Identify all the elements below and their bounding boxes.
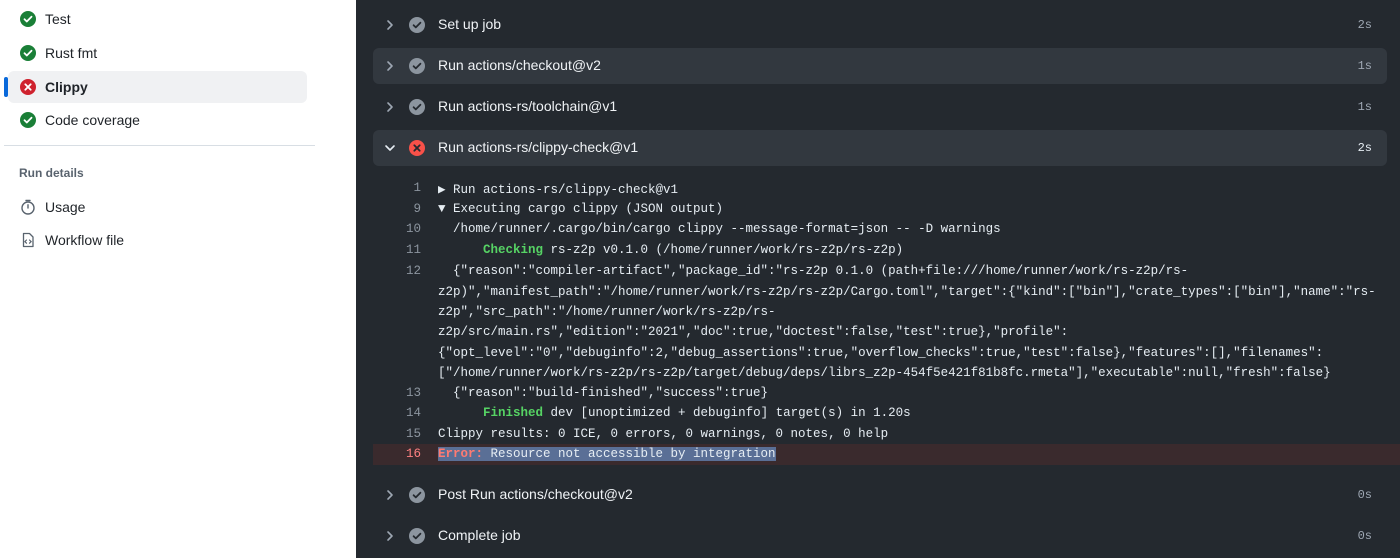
- job-item-code-coverage[interactable]: Code coverage: [8, 104, 307, 136]
- log-line-wrap: ["/home/runner/work/rs-z2p/rs-z2p/target…: [373, 363, 1400, 384]
- step-failure-icon: [409, 140, 425, 156]
- workflow-file-label: Workflow file: [45, 232, 125, 248]
- line-number[interactable]: 11: [373, 243, 421, 257]
- step-duration: 1s: [1357, 100, 1372, 114]
- step-success-icon: [409, 17, 425, 33]
- active-indicator: [4, 77, 8, 97]
- log-line: 14 Finished dev [unoptimized + debuginfo…: [373, 403, 1400, 424]
- chevron-down-icon: [385, 145, 395, 151]
- usage-label: Usage: [45, 199, 86, 215]
- step-checkout[interactable]: Run actions/checkout@v2 1s: [373, 48, 1387, 84]
- line-number[interactable]: 12: [373, 264, 421, 278]
- log-text: ["/home/runner/work/rs-z2p/rs-z2p/target…: [438, 366, 1331, 380]
- step-toolchain[interactable]: Run actions-rs/toolchain@v1 1s: [373, 89, 1387, 125]
- step-title: Post Run actions/checkout@v2: [438, 486, 633, 502]
- chevron-right-icon: [387, 531, 393, 541]
- success-check-icon: [20, 112, 36, 128]
- log-line: 10 /home/runner/.cargo/bin/cargo clippy …: [373, 219, 1400, 240]
- log-line: 13 {"reason":"build-finished","success":…: [373, 383, 1400, 404]
- job-item-test[interactable]: Test: [8, 3, 307, 35]
- job-sidebar: Test Rust fmt Clippy Code coverage Run d…: [0, 0, 356, 558]
- log-text: {"reason":"build-finished","success":tru…: [438, 386, 769, 400]
- log-text: z2p/src/main.rs","edition":"2021","doc":…: [438, 325, 1069, 339]
- step-success-icon: [409, 58, 425, 74]
- step-clippy-check[interactable]: Run actions-rs/clippy-check@v1 2s: [373, 130, 1387, 166]
- line-number[interactable]: 10: [373, 222, 421, 236]
- chevron-right-icon: [387, 61, 393, 71]
- log-line[interactable]: 9 ▼ Executing cargo clippy (JSON output): [373, 199, 1400, 220]
- step-success-icon: [409, 528, 425, 544]
- step-title: Set up job: [438, 16, 502, 32]
- step-title: Run actions/checkout@v2: [438, 57, 601, 73]
- log-text: ▶ Run actions-rs/clippy-check@v1: [438, 183, 679, 197]
- error-label: Error:: [438, 447, 484, 461]
- sidebar-divider: [4, 145, 315, 146]
- log-line-wrap: z2p","src_path":"/home/runner/work/rs-z2…: [373, 302, 1400, 323]
- log-text: z2p)","manifest_path":"/home/runner/work…: [438, 285, 1376, 299]
- log-line: 12 {"reason":"compiler-artifact","packag…: [373, 261, 1400, 282]
- line-number[interactable]: 14: [373, 406, 421, 420]
- log-text: ▼ Executing cargo clippy (JSON output): [438, 202, 724, 216]
- log-error-line: 16 Error: Resource not accessible by int…: [373, 444, 1400, 465]
- log-text: z2p","src_path":"/home/runner/work/rs-z2…: [438, 305, 776, 319]
- sidebar-item-workflow-file[interactable]: Workflow file: [8, 225, 307, 255]
- log-line-wrap: z2p/src/main.rs","edition":"2021","doc":…: [373, 322, 1400, 343]
- step-success-icon: [409, 487, 425, 503]
- step-title: Complete job: [438, 527, 521, 543]
- log-text: Clippy results: 0 ICE, 0 errors, 0 warni…: [438, 427, 889, 441]
- step-duration: 0s: [1357, 529, 1372, 543]
- log-line: 11 Checking rs-z2p v0.1.0 (/home/runner/…: [373, 240, 1400, 261]
- log-line-wrap: z2p)","manifest_path":"/home/runner/work…: [373, 282, 1400, 303]
- success-check-icon: [20, 45, 36, 61]
- log-command: /home/runner/.cargo/bin/cargo clippy --m…: [438, 222, 1001, 236]
- step-duration: 0s: [1357, 488, 1372, 502]
- chevron-right-icon: [387, 102, 393, 112]
- log-line-wrap: {"opt_level":"0","debuginfo":2,"debug_as…: [373, 343, 1400, 364]
- step-title: Run actions-rs/toolchain@v1: [438, 98, 618, 114]
- job-item-clippy[interactable]: Clippy: [4, 71, 307, 103]
- log-keyword: Finished: [438, 406, 544, 420]
- job-label: Rust fmt: [45, 45, 98, 61]
- log-text: rs-z2p v0.1.0 (/home/runner/work/rs-z2p/…: [543, 243, 904, 257]
- job-label: Code coverage: [45, 112, 140, 128]
- step-title: Run actions-rs/clippy-check@v1: [438, 139, 639, 155]
- run-details-heading: Run details: [19, 166, 84, 180]
- line-number[interactable]: 9: [373, 202, 421, 216]
- chevron-right-icon: [387, 20, 393, 30]
- step-duration: 2s: [1357, 141, 1372, 155]
- failure-x-icon: [20, 79, 36, 95]
- log-text: {"reason":"compiler-artifact","package_i…: [438, 264, 1189, 278]
- sidebar-item-usage[interactable]: Usage: [8, 192, 307, 222]
- log-line: 15 Clippy results: 0 ICE, 0 errors, 0 wa…: [373, 424, 1400, 445]
- job-log-panel: Set up job 2s Run actions/checkout@v2 1s…: [356, 0, 1400, 558]
- log-line[interactable]: 1 ▶ Run actions-rs/clippy-check@v1: [373, 178, 1400, 199]
- step-complete-job[interactable]: Complete job 0s: [373, 518, 1387, 554]
- job-label: Clippy: [45, 79, 88, 95]
- file-code-icon: [22, 232, 34, 248]
- line-number[interactable]: 16: [373, 447, 421, 461]
- line-number[interactable]: 15: [373, 427, 421, 441]
- success-check-icon: [20, 11, 36, 27]
- step-duration: 1s: [1357, 59, 1372, 73]
- line-number[interactable]: 13: [373, 386, 421, 400]
- chevron-right-icon: [387, 490, 393, 500]
- log-keyword: Checking: [438, 243, 544, 257]
- step-success-icon: [409, 99, 425, 115]
- step-set-up-job[interactable]: Set up job 2s: [373, 7, 1387, 43]
- log-text: {"opt_level":"0","debuginfo":2,"debug_as…: [438, 346, 1324, 360]
- step-duration: 2s: [1357, 18, 1372, 32]
- job-item-rust-fmt[interactable]: Rust fmt: [8, 37, 307, 69]
- line-number[interactable]: 1: [373, 181, 421, 195]
- stopwatch-icon: [21, 199, 35, 215]
- job-label: Test: [45, 11, 71, 27]
- error-text: Resource not accessible by integration: [483, 447, 776, 461]
- log-text: dev [unoptimized + debuginfo] target(s) …: [543, 406, 911, 420]
- step-post-checkout[interactable]: Post Run actions/checkout@v2 0s: [373, 477, 1387, 513]
